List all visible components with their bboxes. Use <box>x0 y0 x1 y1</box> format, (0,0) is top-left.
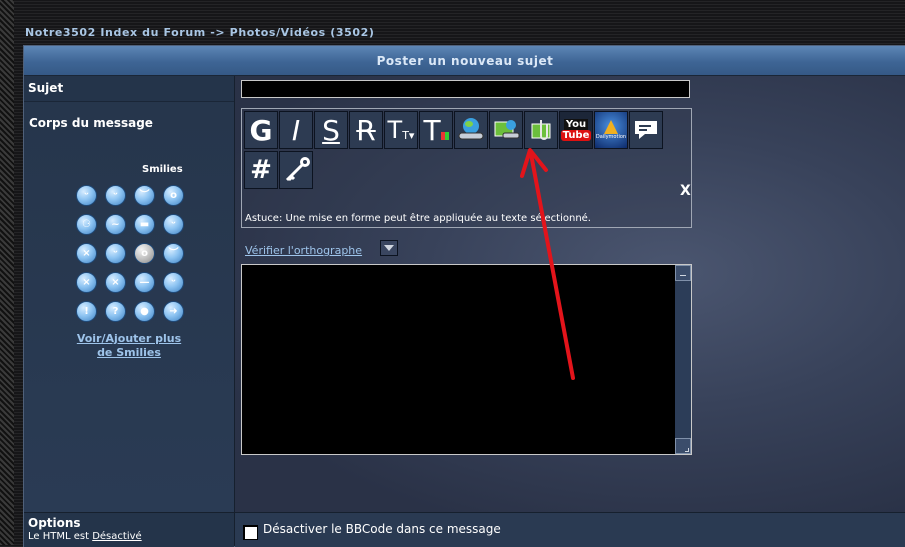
italic-button[interactable]: I <box>279 111 313 149</box>
html-status-note: Le HTML est Désactivé <box>28 531 142 542</box>
html-status-link[interactable]: Désactivé <box>92 531 141 542</box>
youtube-icon: You Tube <box>560 119 592 141</box>
arrow-icon[interactable]: ➜ <box>163 301 184 322</box>
smiley-cry-icon[interactable]: ︶ <box>163 243 184 264</box>
subject-label-cell: Sujet <box>24 76 234 102</box>
breadcrumb-separator: -> <box>205 26 230 39</box>
smilies-label: Smilies <box>142 164 183 175</box>
key-button[interactable] <box>279 151 313 189</box>
subject-label: Sujet <box>28 81 64 95</box>
post-form-panel: Poster un nouveau sujet Sujet Corps du m… <box>23 45 905 547</box>
italic-icon: I <box>291 113 301 147</box>
breadcrumb: Notre3502 Index du Forum -> Photos/Vidéo… <box>25 26 375 39</box>
underline-button[interactable]: S <box>314 111 348 149</box>
exclamation-icon[interactable]: ! <box>76 301 97 322</box>
subject-input[interactable] <box>241 80 690 98</box>
smiley-angry-icon[interactable]: × <box>76 243 97 264</box>
spellcheck-dropdown[interactable] <box>380 240 398 256</box>
resize-handle[interactable] <box>675 438 691 454</box>
quote-icon <box>635 121 657 139</box>
left-decorative-strip <box>0 0 14 545</box>
key-icon <box>285 157 310 182</box>
smiley-evil-icon[interactable]: × <box>105 272 126 293</box>
image-link-icon <box>458 118 484 140</box>
font-size-button[interactable]: T T▾ <box>384 111 418 149</box>
spellcheck-link[interactable]: Vérifier l'orthographe <box>245 244 362 257</box>
smiley-neutral-icon[interactable]: — <box>134 272 155 293</box>
left-column <box>24 102 234 512</box>
html-status-prefix: Le HTML est <box>28 531 93 542</box>
scroll-up-button[interactable] <box>675 265 691 281</box>
message-scrollbar[interactable] <box>675 265 691 454</box>
options-label: Options <box>28 516 81 530</box>
breadcrumb-home-link[interactable]: Notre3502 Index du Forum <box>25 26 206 39</box>
message-body-label: Corps du message <box>29 116 153 130</box>
idea-icon[interactable]: ● <box>134 301 155 322</box>
strike-button[interactable]: R <box>349 111 383 149</box>
smiley-wink-icon[interactable]: ᵕ <box>163 272 184 293</box>
smiley-tongue-icon[interactable]: ᵕ <box>105 243 126 264</box>
image-upload-icon <box>494 120 520 139</box>
code-button[interactable]: # <box>244 151 278 189</box>
breadcrumb-current-link[interactable]: Photos/Vidéos (3502) <box>230 26 375 39</box>
toolbar-hint: Astuce: Une mise en forme peut être appl… <box>245 213 591 224</box>
strike-icon: R <box>356 113 376 147</box>
quote-button[interactable] <box>629 111 663 149</box>
page-title: Poster un nouveau sujet <box>376 54 554 68</box>
bold-button[interactable]: G <box>244 111 278 149</box>
smiley-sad-icon[interactable]: ︶ <box>134 185 155 206</box>
youtube-label-bottom: Tube <box>560 130 592 141</box>
dailymotion-label: Dailymotion <box>595 134 627 140</box>
smiley-happy-icon[interactable]: ᵕ <box>76 185 97 206</box>
options-label-cell: Options Le HTML est Désactivé <box>24 513 234 547</box>
more-smilies-link[interactable]: Voir/Ajouter plus de Smilies <box>74 332 184 360</box>
font-color-button[interactable]: T <box>419 111 453 149</box>
dailymotion-button[interactable]: Dailymotion <box>594 111 628 149</box>
smiley-surprised-icon[interactable]: o <box>163 185 184 206</box>
smiley-mad-icon[interactable]: × <box>76 272 97 293</box>
attachment-icon <box>531 120 551 140</box>
attachment-button[interactable] <box>524 111 558 149</box>
smiley-wide-eyes-icon[interactable]: ⚆ <box>76 214 97 235</box>
disable-bbcode-checkbox[interactable] <box>243 525 258 540</box>
smiley-confused-icon[interactable]: ~ <box>105 214 126 235</box>
smiley-grin-icon[interactable]: ᵕ <box>163 214 184 235</box>
dailymotion-icon: Dailymotion <box>596 120 626 140</box>
close-toolbar-button[interactable]: X <box>680 183 691 199</box>
bbcode-toolbar: G I S R T T▾ T You Tube Dailymotion # X … <box>241 108 692 228</box>
youtube-button[interactable]: You Tube <box>559 111 593 149</box>
smiley-smile-icon[interactable]: ᵕ <box>105 185 126 206</box>
smiley-cool-icon[interactable]: ▬ <box>134 214 155 235</box>
font-color-icon: T <box>423 113 441 147</box>
smiley-shocked-icon[interactable]: o <box>134 243 155 264</box>
disable-bbcode-label: Désactiver le BBCode dans ce message <box>263 522 501 536</box>
hash-icon: # <box>250 155 272 185</box>
image-upload-button[interactable] <box>489 111 523 149</box>
image-link-button[interactable] <box>454 111 488 149</box>
bold-icon: G <box>249 113 273 147</box>
underline-icon: S <box>322 113 340 147</box>
column-divider <box>234 76 235 546</box>
form-header: Poster un nouveau sujet <box>24 46 905 76</box>
message-textarea[interactable] <box>241 264 692 455</box>
options-values-cell: Désactiver le BBCode dans ce message <box>235 513 905 547</box>
font-size-icon: T <box>387 116 403 144</box>
question-icon[interactable]: ? <box>105 301 126 322</box>
options-row: Options Le HTML est Désactivé Désactiver… <box>24 512 905 547</box>
youtube-label-top: You <box>563 119 589 130</box>
